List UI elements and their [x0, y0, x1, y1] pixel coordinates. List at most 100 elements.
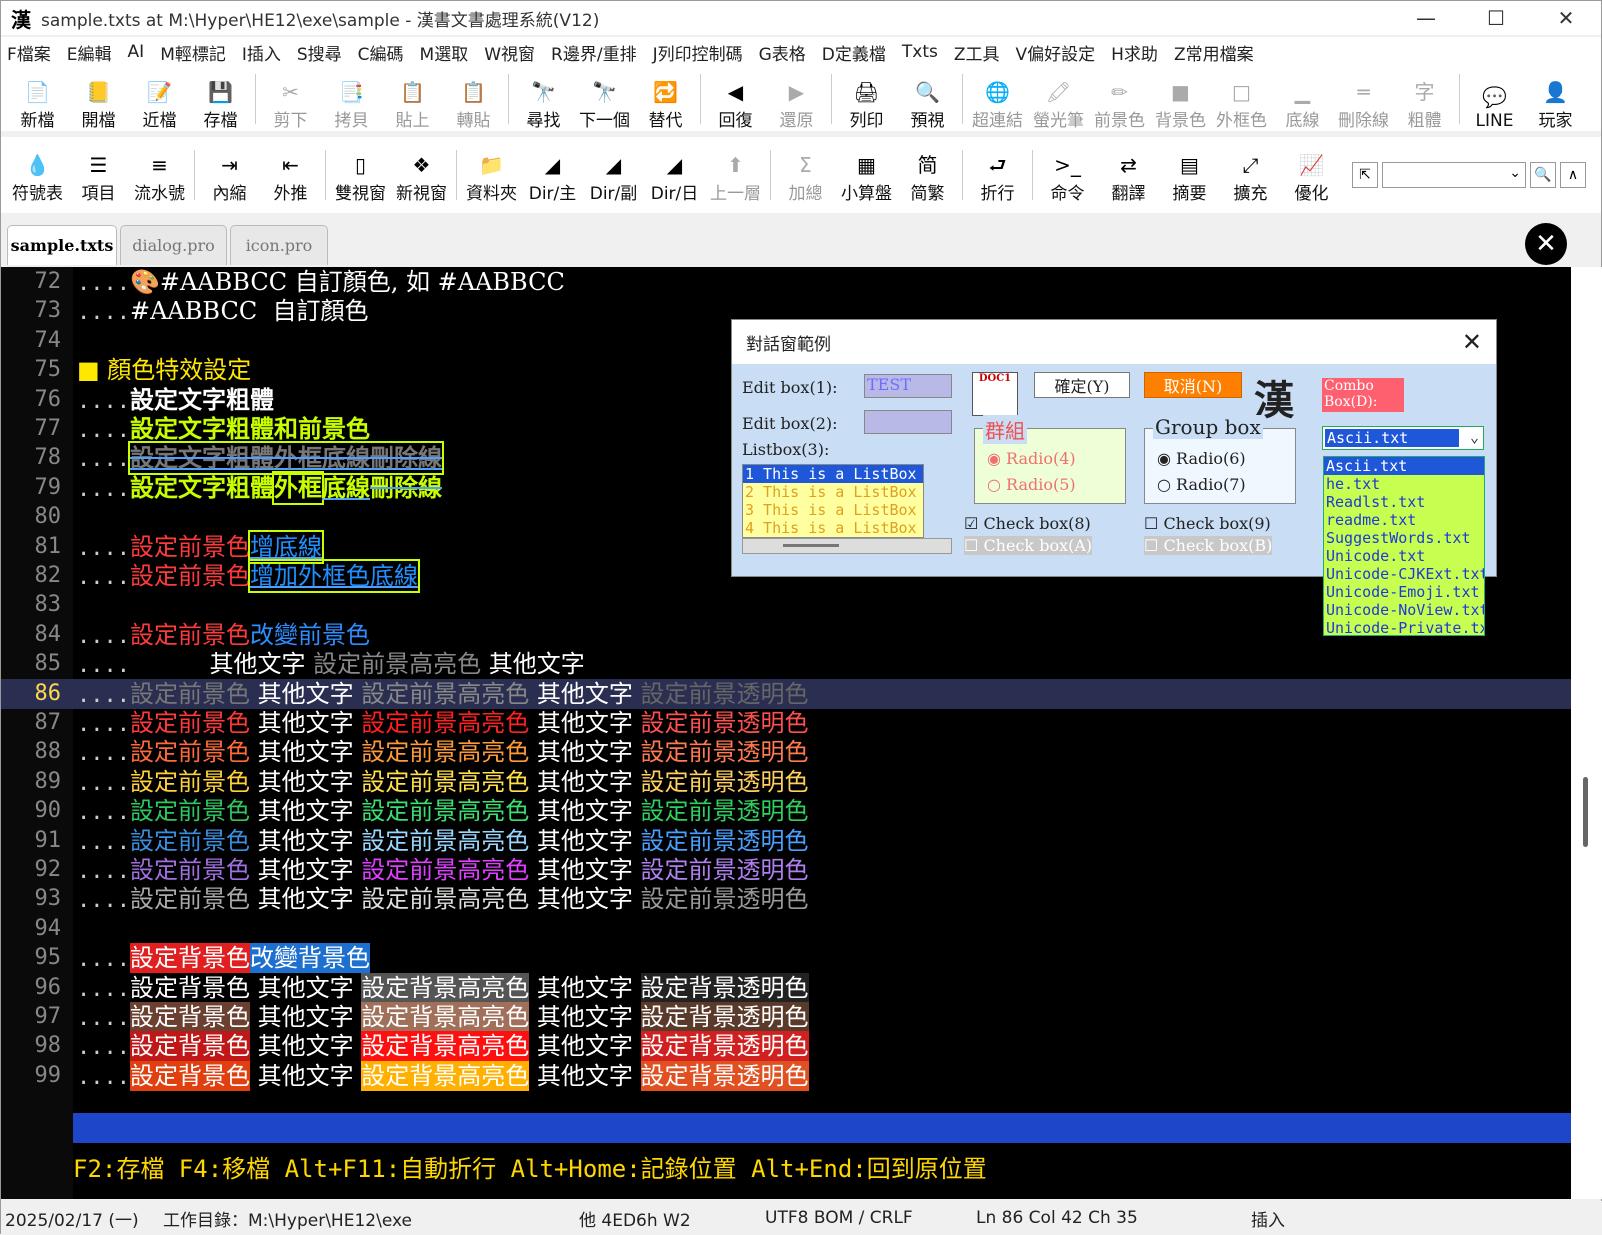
- editor-line[interactable]: 85.... 其他文字 設定前景高亮色 其他文字: [1, 649, 1571, 679]
- toolbar-button[interactable]: 📑 拷貝: [321, 73, 382, 131]
- combo-option[interactable]: SuggestWords.txt: [1324, 529, 1484, 547]
- listbox[interactable]: 1 This is a ListBox 2 This is a ListBox …: [742, 464, 924, 538]
- toolbar-button[interactable]: 👤 玩家: [1525, 73, 1586, 131]
- toolbar-button[interactable]: ◢ Dir/日: [644, 146, 705, 204]
- menu-item[interactable]: C編碼: [358, 40, 404, 65]
- combo-option[interactable]: Ascii.txt: [1324, 457, 1484, 475]
- menu-item[interactable]: J列印控制碼: [653, 40, 743, 65]
- ok-button[interactable]: 確定(Y): [1034, 372, 1130, 398]
- editor-line[interactable]: 94: [1, 914, 1571, 944]
- maximize-button[interactable]: ☐: [1461, 1, 1531, 35]
- tab-dialog-pro[interactable]: dialog.pro: [120, 225, 227, 265]
- toolbar-button[interactable]: ◀ 回復: [705, 73, 766, 131]
- search-icon[interactable]: 🔍: [1530, 162, 1556, 188]
- toolbar-button[interactable]: ❖ 新視窗: [391, 146, 452, 204]
- scrollbar-thumb[interactable]: [1583, 777, 1588, 847]
- toolbar-button[interactable]: ▯ 雙視窗: [330, 146, 391, 204]
- menu-item[interactable]: R邊界/重排: [551, 40, 637, 65]
- chevron-down-icon[interactable]: ⌄: [1509, 165, 1521, 181]
- listbox-hscroll[interactable]: [742, 538, 952, 554]
- toolbar-button[interactable]: 🔭 尋找: [513, 73, 574, 131]
- combo-dropdown-list[interactable]: Ascii.txt he.txt Readlst.txt readme.txt Sugg…: [1323, 456, 1485, 636]
- menu-item[interactable]: I插入: [242, 40, 281, 65]
- cancel-button[interactable]: 取消(N): [1144, 372, 1242, 398]
- combo-option[interactable]: Readlst.txt: [1324, 493, 1484, 511]
- list-item[interactable]: 2 This is a ListBox: [743, 483, 923, 501]
- toolbar-button[interactable]: ⤢ 擴充: [1220, 146, 1281, 204]
- radio-6[interactable]: ◉ Radio(6): [1157, 449, 1246, 468]
- search-combo[interactable]: ⌄: [1382, 162, 1526, 188]
- toolbar-button[interactable]: 📈 優化: [1281, 146, 1342, 204]
- minimize-button[interactable]: —: [1391, 1, 1461, 35]
- chevron-down-icon[interactable]: ⌄: [1470, 428, 1479, 446]
- toolbar-button[interactable]: ■ 背景色: [1150, 73, 1211, 131]
- editor-line[interactable]: 98 ....設定背景色 其他文字 設定背景高亮色 其他文字 設定背景透明色: [1, 1031, 1571, 1062]
- toolbar-button[interactable]: ✏ 前景色: [1089, 73, 1150, 131]
- check-a[interactable]: ☐ Check box(A): [964, 536, 1093, 555]
- menu-item[interactable]: S搜尋: [297, 40, 342, 65]
- toolbar-button[interactable]: 简简繁: [897, 146, 958, 204]
- check-9[interactable]: ☐ Check box(9): [1144, 514, 1271, 533]
- editor-line[interactable]: 89 ....設定前景色 其他文字 設定前景高亮色 其他文字 設定前景透明色: [1, 767, 1571, 797]
- radio-5[interactable]: ○ Radio(5): [987, 475, 1076, 494]
- status-insert-mode[interactable]: 插入: [1251, 1206, 1285, 1231]
- toolbar-button[interactable]: ▁ 底線: [1272, 73, 1333, 131]
- toolbar-button[interactable]: ⇥ 內縮: [199, 146, 260, 204]
- check-8[interactable]: ☑ Check box(8): [964, 514, 1091, 533]
- editor-line[interactable]: 90 ....設定前景色 其他文字 設定前景高亮色 其他文字 設定前景透明色: [1, 796, 1571, 826]
- toolbar-button[interactable]: 📄 新檔: [7, 73, 68, 131]
- toolbar-button[interactable]: ▤ 摘要: [1159, 146, 1220, 204]
- menu-item[interactable]: Txts: [902, 42, 938, 62]
- toolbar-button[interactable]: ◢ Dir/主: [522, 146, 583, 204]
- menu-item[interactable]: F檔案: [7, 40, 51, 65]
- combo-option[interactable]: Unicode-CJKExt.txt: [1324, 565, 1484, 583]
- toolbar-button[interactable]: 🖍 螢光筆: [1028, 73, 1089, 131]
- toolbar-button[interactable]: ▶ 還原: [766, 73, 827, 131]
- toolbar-button[interactable]: 💬 LINE: [1464, 73, 1525, 131]
- combo-option[interactable]: readme.txt: [1324, 511, 1484, 529]
- toolbar-button[interactable]: 🔁 替代: [635, 73, 696, 131]
- toolbar-button[interactable]: ⮐ 折行: [967, 146, 1028, 204]
- check-b[interactable]: ☐ Check box(B): [1144, 536, 1273, 555]
- editor-line[interactable]: 99 ....設定背景色 其他文字 設定背景高亮色 其他文字 設定背景透明色: [1, 1060, 1571, 1091]
- toolbar-button[interactable]: ▦ 小算盤: [836, 146, 897, 204]
- toolbar-button[interactable]: 💧 符號表: [7, 146, 68, 204]
- menu-item[interactable]: W視窗: [484, 40, 535, 65]
- toolbar-button[interactable]: 🔭 下一個: [574, 73, 635, 131]
- editor-line[interactable]: 87 ....設定前景色 其他文字 設定前景高亮色 其他文字 設定前景透明色: [1, 708, 1571, 738]
- close-tab-icon[interactable]: ✕: [1525, 223, 1567, 265]
- menu-item[interactable]: G表格: [759, 40, 806, 65]
- editor-line[interactable]: 86 ....設定前景色 其他文字 設定前景高亮色 其他文字 設定前景透明色: [1, 678, 1571, 709]
- toolbar-button[interactable]: 📁 資料夾: [461, 146, 522, 204]
- toolbar-button[interactable]: 💾 存檔: [190, 73, 251, 131]
- editor-line[interactable]: 97 ....設定背景色 其他文字 設定背景高亮色 其他文字 設定背景透明色: [1, 1002, 1571, 1032]
- menu-item[interactable]: Z工具: [954, 40, 1000, 65]
- toolbar-button[interactable]: 📒 開檔: [68, 73, 129, 131]
- toolbar-button[interactable]: 📋 轉貼: [443, 73, 504, 131]
- toolbar-button[interactable]: ═ 刪除線: [1333, 73, 1394, 131]
- editor-line[interactable]: 96 ....設定背景色 其他文字 設定背景高亮色 其他文字 設定背景透明色: [1, 972, 1571, 1003]
- menu-item[interactable]: V偏好設定: [1016, 40, 1096, 65]
- combo-box[interactable]: Ascii.txt ⌄: [1322, 426, 1484, 450]
- search-up-icon[interactable]: ∧: [1560, 162, 1586, 188]
- editor-line[interactable]: 95 ....設定背景色改變背景色: [1, 943, 1571, 974]
- menu-item[interactable]: AI: [128, 42, 145, 62]
- combo-option[interactable]: Unicode-Private.txt: [1324, 619, 1484, 635]
- menu-item[interactable]: Z常用檔案: [1174, 40, 1254, 65]
- status-encoding[interactable]: UTF8 BOM / CRLF: [765, 1208, 913, 1228]
- toolbar-button[interactable]: ≡ 流水號: [129, 146, 190, 204]
- toolbar-button[interactable]: ⬆ 上一層: [705, 146, 766, 204]
- tab-sample-txts[interactable]: sample.txts: [7, 225, 117, 265]
- toolbar-button[interactable]: 🔍 預視: [897, 73, 958, 131]
- editor-line[interactable]: 91 ....設定前景色 其他文字 設定前景高亮色 其他文字 設定前景透明色: [1, 826, 1571, 856]
- list-item[interactable]: 1 This is a ListBox: [743, 465, 923, 483]
- toolbar-button[interactable]: ☰ 項目: [68, 146, 129, 204]
- toolbar-button[interactable]: 📝 近檔: [129, 73, 190, 131]
- toolbar-button[interactable]: 📋 貼上: [382, 73, 443, 131]
- toolbar-button[interactable]: ✂ 剪下: [260, 73, 321, 131]
- toolbar-button[interactable]: 🖨 列印: [836, 73, 897, 131]
- toolbar-button[interactable]: □ 外框色: [1211, 73, 1272, 131]
- editor-line[interactable]: 93 ....設定前景色 其他文字 設定前景高亮色 其他文字 設定前景透明色: [1, 884, 1571, 914]
- menu-item[interactable]: M選取: [420, 40, 469, 65]
- combo-option[interactable]: Unicode.txt: [1324, 547, 1484, 565]
